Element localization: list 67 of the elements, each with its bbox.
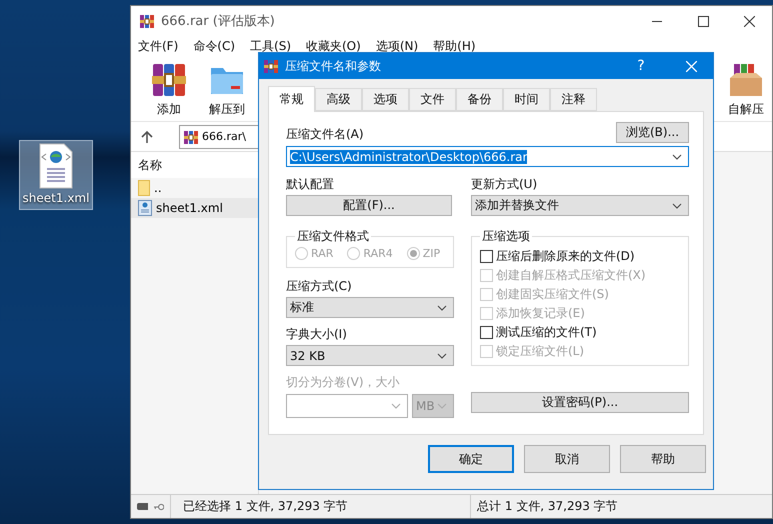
toolbar-button[interactable]: 添加: [147, 62, 191, 118]
chevron-icon: [437, 352, 447, 358]
maximize-icon[interactable]: [698, 16, 708, 26]
browse-button[interactable]: 浏览(B)...: [616, 122, 689, 143]
method-dropdown[interactable]: 标准: [286, 297, 454, 318]
option-checkbox[interactable]: 压缩后删除原来的文件(D): [480, 247, 680, 266]
chevron-icon: [437, 403, 447, 409]
up-arrow-icon[interactable]: [141, 130, 153, 144]
window-title: 666.rar (评估版本): [161, 13, 275, 30]
split-size-field[interactable]: [286, 394, 408, 418]
field-label: 默认配置: [286, 176, 335, 193]
status-text: 已经选择 1 文件, 37,293 字节: [182, 498, 348, 515]
chevron-icon: [437, 304, 447, 310]
menu-item[interactable]: 工具(S): [250, 38, 291, 56]
archive-books-icon: [263, 58, 279, 74]
field-label: 压缩文件名(A): [286, 126, 364, 143]
minimize-icon[interactable]: [652, 20, 662, 22]
close-icon[interactable]: [744, 16, 754, 26]
toolbar-button[interactable]: 自解压: [724, 62, 768, 118]
dictionary-dropdown[interactable]: 32 KB: [286, 345, 454, 366]
set-password-button[interactable]: 设置密码(P)...: [471, 392, 689, 413]
field-label: 压缩方式(C): [286, 278, 353, 295]
field-label: 更新方式(U): [471, 176, 538, 193]
chevron-icon: [672, 154, 682, 160]
tab[interactable]: 文件: [409, 88, 456, 111]
group-title: 压缩选项: [481, 228, 531, 245]
update-mode-dropdown[interactable]: 添加并替换文件: [471, 195, 689, 216]
archive-name-field[interactable]: C:\Users\Administrator\Desktop\666.rar: [286, 146, 689, 167]
field-label: 切分为分卷(V)，大小: [286, 374, 401, 391]
profiles-button[interactable]: 配置(F)...: [286, 195, 452, 216]
archive-books-icon: [139, 13, 155, 29]
help-button[interactable]: ?: [619, 58, 663, 74]
xml-file-icon: [38, 143, 74, 189]
file-row[interactable]: ..: [131, 178, 258, 198]
dialog-button[interactable]: 帮助: [620, 445, 706, 473]
dialog-button[interactable]: 确定: [428, 445, 514, 473]
file-row[interactable]: sheet1.xml: [131, 198, 258, 218]
archive-books-icon: [151, 62, 187, 98]
column-header[interactable]: 名称: [131, 152, 258, 178]
toolbar-button[interactable]: 解压到: [205, 62, 249, 118]
chevron-icon: [391, 403, 401, 409]
menu-item[interactable]: 收藏夹(O): [306, 38, 361, 56]
status-text: 总计 1 文件, 37,293 字节: [476, 498, 618, 515]
menu-item[interactable]: 命令(C): [193, 38, 236, 56]
desktop-icon-label: sheet1.xml: [22, 191, 90, 205]
key-icon: [154, 502, 164, 512]
dialog-button[interactable]: 取消: [524, 445, 610, 473]
option-checkbox[interactable]: 测试压缩的文件(T): [480, 323, 680, 342]
menu-item[interactable]: 文件(F): [138, 38, 178, 56]
folder-icon: [138, 180, 150, 196]
chevron-icon: [672, 202, 682, 208]
tab[interactable]: 注释: [550, 88, 597, 111]
tab[interactable]: 高级: [315, 88, 362, 111]
drive-icon: [137, 503, 148, 510]
dialog-title: 压缩文件名和参数: [285, 58, 381, 74]
menu-item[interactable]: 选项(N): [376, 38, 418, 56]
group-title: 压缩文件格式: [296, 228, 370, 245]
tab[interactable]: 常规: [268, 86, 315, 112]
menu-item[interactable]: 帮助(H): [433, 38, 476, 56]
tab[interactable]: 时间: [503, 88, 550, 111]
field-label: 字典大小(I): [286, 326, 348, 343]
archive-books-icon: [183, 128, 199, 144]
desktop-icon[interactable]: sheet1.xml: [19, 140, 93, 210]
tab[interactable]: 备份: [456, 88, 503, 111]
box-icon: [728, 62, 764, 98]
xml-file-icon: [138, 200, 152, 216]
tab[interactable]: 选项: [362, 88, 409, 111]
